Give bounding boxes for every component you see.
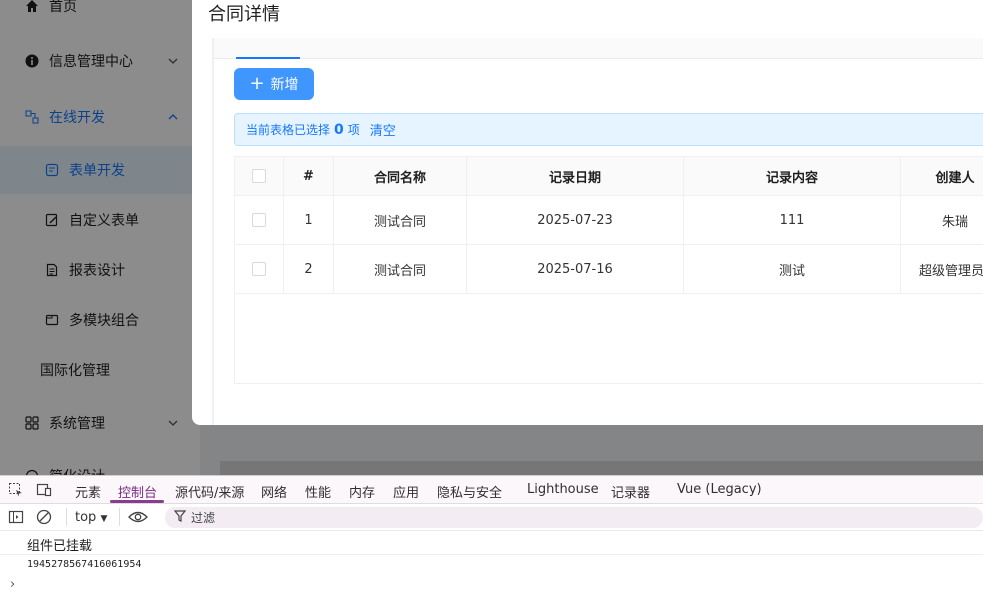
console-message: 组件已挂载: [0, 535, 983, 555]
inspect-element-icon[interactable]: [8, 482, 24, 502]
console-message: 1945278567416061954: [27, 559, 142, 570]
plus-icon: +: [249, 73, 265, 94]
add-button-label: 新增: [270, 77, 299, 93]
cell-index: 1: [284, 196, 334, 244]
cell-date: 2025-07-16: [467, 245, 684, 293]
clear-selection-link[interactable]: 清空: [370, 120, 396, 139]
tab-lighthouse[interactable]: Lighthouse: [527, 482, 599, 497]
tab-sources[interactable]: 源代码/来源: [175, 482, 244, 501]
devtools-tab-indicator: [110, 500, 164, 503]
device-toolbar-icon[interactable]: [36, 482, 52, 502]
modal-title: 合同详情: [208, 4, 280, 25]
selected-count: 0: [334, 121, 344, 138]
dropdown-arrow-icon: ▼: [100, 514, 108, 524]
row-select-cell: [235, 245, 284, 293]
tab-active-indicator: [236, 57, 300, 59]
row-select-cell: [235, 196, 284, 244]
tab-elements[interactable]: 元素: [75, 482, 101, 501]
modal-body: + 新增 当前表格已选择 0 项 清空 # 合同名称 记录日期 记录内容 创建人: [212, 38, 983, 425]
divider: [66, 508, 67, 526]
cell-content: 测试: [684, 245, 901, 293]
contract-table: # 合同名称 记录日期 记录内容 创建人 1 测试合同 2025-07-23 1…: [234, 156, 983, 384]
column-header-index: #: [284, 157, 334, 195]
row-checkbox[interactable]: [252, 213, 266, 227]
filter-input[interactable]: 过滤: [165, 507, 983, 528]
tab-vue-legacy[interactable]: Vue (Legacy): [677, 482, 762, 497]
table-row[interactable]: 2 测试合同 2025-07-16 测试 超级管理员: [235, 245, 983, 294]
cell-index: 2: [284, 245, 334, 293]
console-toolbar: top ▼ 过滤: [0, 504, 983, 531]
select-all-checkbox[interactable]: [252, 169, 266, 183]
column-header-name: 合同名称: [334, 157, 467, 195]
tab-privacy-security[interactable]: 隐私与安全: [437, 482, 502, 501]
tab-application[interactable]: 应用: [393, 482, 419, 501]
contract-detail-modal: 合同详情 + 新增 当前表格已选择 0 项 清空 # 合同名称 记录日期 记录内…: [192, 0, 983, 425]
app-shell: 首页 信息管理中心 在线开发 表单开发 自定义表单 报表设计 多模块组合 国际化…: [0, 0, 983, 475]
column-header-content: 记录内容: [684, 157, 901, 195]
tab-bar: [214, 38, 983, 59]
selection-alert: 当前表格已选择 0 项 清空: [234, 113, 983, 146]
cell-name: 测试合同: [334, 245, 467, 293]
divider: [119, 508, 120, 526]
console-prompt[interactable]: ›: [0, 577, 983, 592]
context-selector-value: top: [75, 510, 97, 525]
alert-suffix: 项: [347, 123, 360, 137]
clear-console-icon[interactable]: [36, 509, 52, 529]
cell-creator: 超级管理员: [919, 263, 983, 279]
table-header: # 合同名称 记录日期 记录内容 创建人: [235, 157, 983, 196]
column-header-creator: 创建人: [935, 170, 975, 186]
select-all-cell: [235, 157, 284, 195]
tab-performance[interactable]: 性能: [305, 482, 331, 501]
devtools-tabbar: 元素 控制台 源代码/来源 网络 性能 内存 应用 隐私与安全 Lighthou…: [0, 476, 983, 504]
filter-placeholder: 过滤: [191, 511, 216, 525]
filter-icon: [173, 509, 187, 527]
table-row[interactable]: 1 测试合同 2025-07-23 111 朱瑞: [235, 196, 983, 245]
tab-recorder[interactable]: 记录器: [611, 482, 650, 501]
eye-icon[interactable]: [128, 509, 148, 529]
cell-content: 111: [684, 196, 901, 244]
cell-name: 测试合同: [334, 196, 467, 244]
tab-memory[interactable]: 内存: [349, 482, 375, 501]
column-header-date: 记录日期: [467, 157, 684, 195]
row-checkbox[interactable]: [252, 262, 266, 276]
add-button[interactable]: + 新增: [234, 68, 314, 100]
tab-network[interactable]: 网络: [261, 482, 287, 501]
alert-prefix: 当前表格已选择: [246, 123, 331, 137]
context-selector[interactable]: top ▼: [75, 510, 107, 525]
cell-creator: 朱瑞: [941, 214, 968, 230]
sidebar-toggle-icon[interactable]: [8, 509, 24, 529]
tab-console[interactable]: 控制台: [118, 482, 157, 501]
cell-date: 2025-07-23: [467, 196, 684, 244]
devtools-panel: 元素 控制台 源代码/来源 网络 性能 内存 应用 隐私与安全 Lighthou…: [0, 475, 983, 594]
